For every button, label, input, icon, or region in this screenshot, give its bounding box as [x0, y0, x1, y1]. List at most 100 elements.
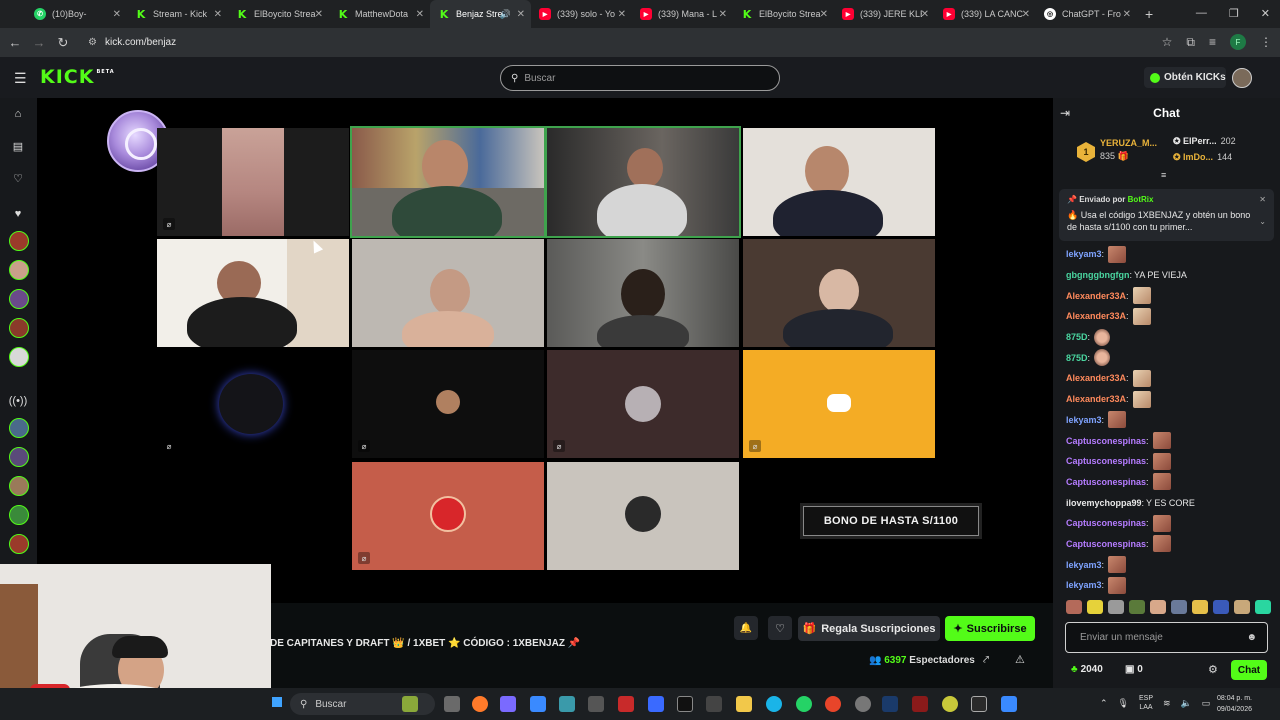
chat-username[interactable]: Captusconespinas: [1066, 518, 1146, 528]
chat-emote[interactable]: [1132, 287, 1151, 305]
recommended-channel-avatar[interactable]: [9, 505, 29, 525]
close-tab-icon[interactable]: ✕: [315, 9, 323, 20]
emote-icon[interactable]: [1150, 600, 1166, 614]
close-tab-icon[interactable]: ✕: [618, 9, 626, 20]
app-icon[interactable]: [706, 696, 722, 712]
subs-balance[interactable]: ▣ 0: [1125, 664, 1143, 675]
input-language[interactable]: ESP LAA: [1139, 694, 1153, 712]
home-icon[interactable]: ⌂: [9, 105, 27, 123]
chat-emote[interactable]: [1132, 390, 1151, 408]
chat-username[interactable]: lekyam3: [1066, 580, 1102, 590]
media-control-icon[interactable]: ≡: [1209, 35, 1216, 49]
app-icon[interactable]: [648, 696, 664, 712]
steam-icon[interactable]: [882, 696, 898, 712]
app-icon[interactable]: [559, 696, 575, 712]
edge-icon[interactable]: [766, 696, 782, 712]
recommended-channel-avatar[interactable]: [9, 476, 29, 496]
close-window-icon[interactable]: ✕: [1261, 7, 1270, 20]
chat-emote[interactable]: [1152, 452, 1171, 470]
emote-icon[interactable]: [1108, 600, 1124, 614]
chat-username[interactable]: ilovemychoppa99: [1066, 498, 1142, 508]
browser-tab[interactable]: K ElBoycito Strea ✕: [733, 0, 834, 28]
chat-emote[interactable]: [1108, 245, 1127, 263]
close-tab-icon[interactable]: ✕: [214, 9, 222, 20]
chat-emote[interactable]: [1152, 432, 1171, 450]
close-tab-icon[interactable]: ✕: [1123, 9, 1131, 20]
firefox-icon[interactable]: [472, 696, 488, 712]
microphone-icon[interactable]: 🎙: [1118, 698, 1129, 709]
leaderboard-name[interactable]: YERUZA_M...: [1100, 138, 1157, 148]
hamburger-menu-icon[interactable]: ☰: [14, 70, 27, 87]
close-tab-icon[interactable]: ✕: [517, 9, 525, 20]
emote-icon[interactable]: [1192, 600, 1208, 614]
user-avatar[interactable]: [1232, 68, 1252, 88]
app-icon[interactable]: [942, 696, 958, 712]
whatsapp-icon[interactable]: [796, 696, 812, 712]
leaderboard-entry[interactable]: ✪ ImDo... 144: [1173, 152, 1232, 163]
app-icon[interactable]: [1001, 696, 1017, 712]
chat-username[interactable]: lekyam3: [1066, 415, 1102, 425]
close-tab-icon[interactable]: ✕: [113, 9, 121, 20]
followed-channel-avatar[interactable]: [9, 260, 29, 280]
recommended-channel-avatar[interactable]: [9, 534, 29, 554]
close-tab-icon[interactable]: ✕: [416, 9, 424, 20]
chat-username[interactable]: 875D: [1066, 353, 1088, 363]
app-icon[interactable]: [971, 696, 987, 712]
browser-tab-active[interactable]: K Benjaz Stre 🔊 ✕: [430, 0, 531, 28]
close-tab-icon[interactable]: ✕: [719, 9, 727, 20]
chat-username[interactable]: Alexander33A: [1066, 291, 1126, 301]
chat-emote[interactable]: [1152, 535, 1171, 553]
follow-heart-icon[interactable]: ♡: [768, 616, 792, 640]
chat-emote[interactable]: [1132, 369, 1151, 387]
close-tab-icon[interactable]: ✕: [820, 9, 828, 20]
task-view-icon[interactable]: [444, 696, 460, 712]
chat-username[interactable]: Captusconespinas: [1066, 436, 1146, 446]
gift-subs-button[interactable]: 🎁 Regala Suscripciones: [798, 616, 940, 641]
chat-username[interactable]: lekyam3: [1066, 560, 1102, 570]
emote-icon[interactable]: [1087, 600, 1103, 614]
subscribe-button[interactable]: ✦ Suscribirse: [945, 616, 1035, 641]
browser-tab[interactable]: ▶ (339) LA CANC ✕: [935, 0, 1036, 28]
app-icon[interactable]: [912, 696, 928, 712]
emote-icon[interactable]: [1255, 600, 1271, 614]
browser-tab[interactable]: ▶ (339) Mana - L ✕: [632, 0, 733, 28]
app-icon[interactable]: [855, 696, 871, 712]
followed-channel-avatar[interactable]: [9, 231, 29, 251]
store-icon[interactable]: [530, 696, 546, 712]
chat-username[interactable]: Captusconespinas: [1066, 456, 1146, 466]
widget-icon[interactable]: [402, 696, 418, 712]
leaderboard-entry[interactable]: ✪ ElPerr... 202: [1173, 136, 1236, 147]
chat-emote[interactable]: [1108, 576, 1127, 594]
browse-icon[interactable]: ▤: [9, 137, 27, 155]
close-tab-icon[interactable]: ✕: [921, 9, 929, 20]
chat-username[interactable]: 875D: [1066, 332, 1088, 342]
kick-logo[interactable]: KICK BETA: [40, 66, 115, 88]
browser-tab[interactable]: ▶ (339) JERE KLE ✕: [834, 0, 935, 28]
chat-emote[interactable]: [1094, 349, 1111, 367]
reload-icon[interactable]: ↻: [51, 35, 75, 51]
browser-tab[interactable]: ◎ ChatGPT - Fro ✕: [1036, 0, 1137, 28]
browser-tab[interactable]: K MatthewDota ✕: [329, 0, 430, 28]
notification-bell-icon[interactable]: 🔔: [734, 616, 758, 640]
taskbar-clock[interactable]: 08:04 p. m. 09/04/2026: [1208, 693, 1252, 715]
volume-icon[interactable]: 🔈: [1181, 698, 1192, 709]
chat-settings-gear-icon[interactable]: ⚙: [1208, 663, 1218, 676]
unpin-icon[interactable]: ✕: [1259, 195, 1266, 204]
maximize-icon[interactable]: ❐: [1229, 7, 1239, 20]
file-explorer-icon[interactable]: [736, 696, 752, 712]
chat-username[interactable]: Alexander33A: [1066, 311, 1126, 321]
emote-icon[interactable]: [1066, 600, 1082, 614]
chat-send-button[interactable]: Chat: [1231, 660, 1267, 680]
back-icon[interactable]: ←: [3, 35, 27, 50]
browser-tab[interactable]: ▶ (339) solo - Yo ✕: [531, 0, 632, 28]
following-heart-icon[interactable]: ♡: [9, 169, 27, 187]
tiktok-icon[interactable]: [677, 696, 693, 712]
close-tab-icon[interactable]: ✕: [1022, 9, 1030, 20]
emote-icon[interactable]: [1171, 600, 1187, 614]
recommended-channel-avatar[interactable]: [9, 418, 29, 438]
emoji-picker-icon[interactable]: ☻: [1246, 632, 1257, 643]
tray-chevron-icon[interactable]: ⌃: [1100, 698, 1108, 709]
app-icon[interactable]: [618, 696, 634, 712]
browser-tab[interactable]: ✆ (10)Boy- ✕: [26, 0, 127, 28]
speaker-icon[interactable]: 🔊: [500, 9, 511, 20]
